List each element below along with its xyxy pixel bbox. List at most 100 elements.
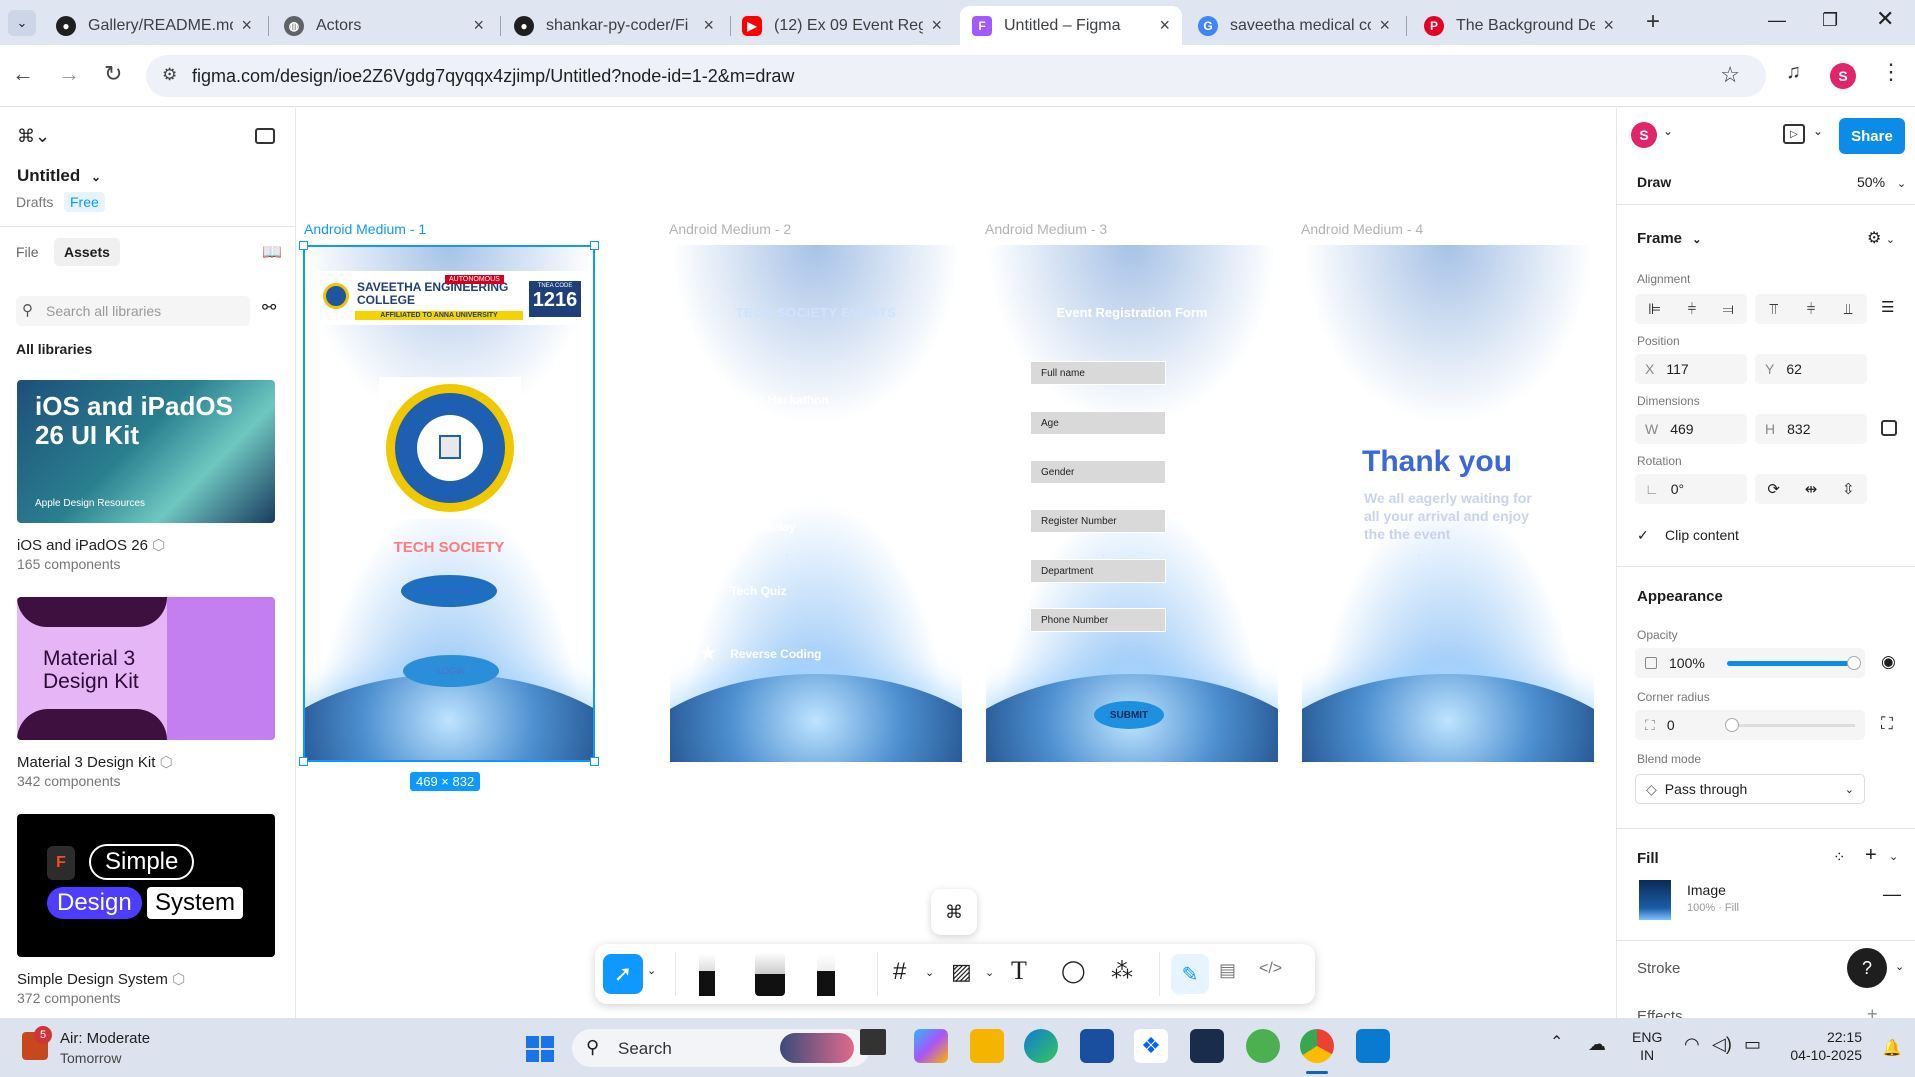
volume-icon[interactable]: ◁) (1712, 1034, 1732, 1055)
add-fill-icon[interactable]: + (1865, 844, 1877, 867)
clock[interactable]: 22:15 04-10-2025 (1784, 1028, 1862, 1064)
close-tab-icon[interactable]: × (473, 15, 484, 36)
language-indicator[interactable]: ENG IN (1632, 1028, 1662, 1064)
resize-handle[interactable] (299, 757, 308, 766)
help-button[interactable]: ? (1847, 948, 1887, 988)
close-tab-icon[interactable]: × (931, 15, 942, 36)
chevron-down-icon[interactable]: ⌄ (1663, 124, 1673, 138)
slider-thumb[interactable] (1847, 656, 1861, 670)
components-tool-icon[interactable]: ⁂ (1111, 958, 1133, 984)
browser-menu-icon[interactable]: ⋮ (1880, 59, 1902, 85)
frame-tool-icon[interactable]: # (893, 958, 906, 986)
wifi-icon[interactable]: ◠ (1684, 1034, 1700, 1055)
tab-actors[interactable]: ◍ Actors × (272, 6, 496, 45)
distribute-icon[interactable]: ☰ (1881, 298, 1894, 316)
resize-handle[interactable] (590, 757, 599, 766)
close-window-button[interactable]: ✕ (1876, 6, 1894, 32)
actions-button[interactable]: ⌘ (931, 889, 977, 935)
draw-mode-icon[interactable]: ✎ (1171, 954, 1209, 994)
frame-android-medium-3[interactable]: Event Registration Form Full name Age Ge… (986, 245, 1278, 762)
zoom-dropdown[interactable]: 50% ⌄ (1857, 174, 1906, 190)
figma-menu-icon[interactable]: ⌘⌄ (17, 126, 50, 147)
close-tab-icon[interactable]: × (1379, 15, 1390, 36)
frame-android-medium-4[interactable]: Thank you We all eagerly waiting for all… (1302, 245, 1594, 762)
opacity-field[interactable]: 100% (1635, 648, 1865, 678)
design-mode-icon[interactable]: ▤ (1219, 960, 1236, 981)
user-avatar[interactable]: S (1631, 122, 1657, 148)
copilot-icon[interactable] (914, 1029, 948, 1063)
frame-android-medium-2[interactable]: TECH SOCIETY EVENTS ★ Smart Hackathon ★ De… (670, 245, 962, 762)
close-tab-icon[interactable]: × (1159, 15, 1170, 36)
submit-button[interactable]: SUBMIT (1094, 701, 1164, 729)
search-libraries[interactable]: ⚲ Search all libraries (16, 296, 250, 326)
remove-fill-icon[interactable]: — (1883, 884, 1901, 905)
share-button[interactable]: Share (1839, 118, 1905, 154)
register-number-field[interactable]: Register Number (1030, 509, 1166, 533)
close-tab-icon[interactable]: × (1603, 15, 1614, 36)
tab-search-button[interactable]: ⌄ (8, 10, 36, 36)
frame-section-title[interactable]: Frame ⌄ (1637, 230, 1701, 247)
weather-title[interactable]: Air: Moderate (60, 1030, 150, 1047)
file-name[interactable]: Untitled ⌄ (17, 166, 101, 186)
app-icon[interactable] (1190, 1029, 1224, 1063)
align-left-icon[interactable]: ⊫ (1648, 300, 1661, 318)
frame-android-medium-1[interactable]: SAVEETHA ENGINEERING COLLEGE AUTONOMOUS … (303, 245, 595, 762)
phone-number-field[interactable]: Phone Number (1030, 608, 1166, 632)
x-position-input[interactable]: X 117 (1635, 354, 1747, 384)
width-input[interactable]: W 469 (1635, 414, 1747, 444)
resize-handle[interactable] (299, 241, 308, 250)
chevron-down-icon[interactable]: ⌄ (647, 964, 656, 977)
library-card-simple-design[interactable]: F Simple Design System (17, 814, 275, 957)
fill-type-label[interactable]: Image (1687, 882, 1726, 898)
flip-vertical-icon[interactable]: ⇳ (1842, 480, 1855, 498)
dev-mode-icon[interactable]: </> (1259, 960, 1282, 978)
dropbox-icon[interactable]: ❖ (1134, 1029, 1168, 1063)
align-center-h-icon[interactable]: ⫩ (1688, 301, 1697, 318)
y-position-input[interactable]: Y 62 (1755, 354, 1867, 384)
chevron-up-icon[interactable]: ⌃ (1550, 1032, 1563, 1052)
weather-sub[interactable]: Tomorrow (60, 1050, 121, 1066)
omnibox[interactable]: ⚙ figma.com/design/ioe2Z6Vgdg7qyqqx4zjim… (146, 55, 1766, 97)
flip-horizontal-icon[interactable]: ⇹ (1805, 480, 1818, 498)
login-button[interactable]: LOGIN (403, 655, 499, 687)
age-field[interactable]: Age (1030, 411, 1166, 435)
filter-icon[interactable]: ⚯ (262, 298, 276, 318)
frame-settings-icon[interactable]: ⚙ ⌄ (1867, 228, 1895, 248)
onedrive-icon[interactable]: ☁ (1588, 1034, 1606, 1055)
forward-button[interactable]: → (58, 61, 80, 87)
windows-start-icon[interactable] (526, 1036, 554, 1062)
new-tab-button[interactable]: + (1646, 8, 1660, 36)
resize-handle[interactable] (590, 241, 599, 250)
chrome-icon[interactable] (1300, 1029, 1334, 1063)
gender-field[interactable]: Gender (1030, 460, 1166, 484)
chevron-down-icon[interactable]: ⌄ (925, 966, 934, 979)
image-tool-icon[interactable]: ▨ (951, 959, 972, 985)
blend-mode-select[interactable]: ◇ Pass through ⌄ (1635, 774, 1865, 804)
media-control-icon[interactable]: ♫ (1786, 61, 1801, 84)
chevron-down-icon[interactable]: ⌄ (985, 966, 994, 979)
chevron-down-icon[interactable]: ⌄ (1813, 124, 1823, 138)
close-tab-icon[interactable]: × (703, 15, 714, 36)
edge-icon[interactable] (1024, 1029, 1058, 1063)
text-tool-icon[interactable]: T (1011, 956, 1027, 986)
library-card-ios[interactable]: iOS and iPadOS 26 UI Kit Apple Design Re… (17, 380, 275, 523)
frame-label-1[interactable]: Android Medium - 1 (304, 221, 426, 237)
align-bottom-icon[interactable]: ⫫ (1844, 301, 1852, 318)
battery-icon[interactable]: ▭ (1744, 1034, 1761, 1055)
back-button[interactable]: ← (12, 61, 34, 87)
rotate-icon[interactable]: ⟳ (1767, 480, 1780, 498)
library-card-material[interactable]: Material 3 Design Kit (17, 597, 275, 740)
pen-tool-icon[interactable] (699, 954, 715, 996)
pencil-tool-icon[interactable] (817, 954, 835, 996)
align-right-icon[interactable]: ⫤ (1723, 301, 1734, 318)
task-view-icon[interactable] (860, 1029, 886, 1055)
opacity-slider[interactable] (1727, 661, 1855, 666)
frame-label-3[interactable]: Android Medium - 3 (985, 221, 1107, 237)
toggle-sidebar-icon[interactable] (255, 128, 275, 144)
vscode-icon[interactable] (1356, 1029, 1390, 1063)
align-top-icon[interactable]: ⫪ (1769, 301, 1777, 318)
department-field[interactable]: Department (1030, 559, 1166, 583)
minimize-button[interactable]: — (1768, 10, 1786, 31)
height-input[interactable]: H 832 (1755, 414, 1867, 444)
library-book-icon[interactable]: 📖 (262, 242, 282, 262)
